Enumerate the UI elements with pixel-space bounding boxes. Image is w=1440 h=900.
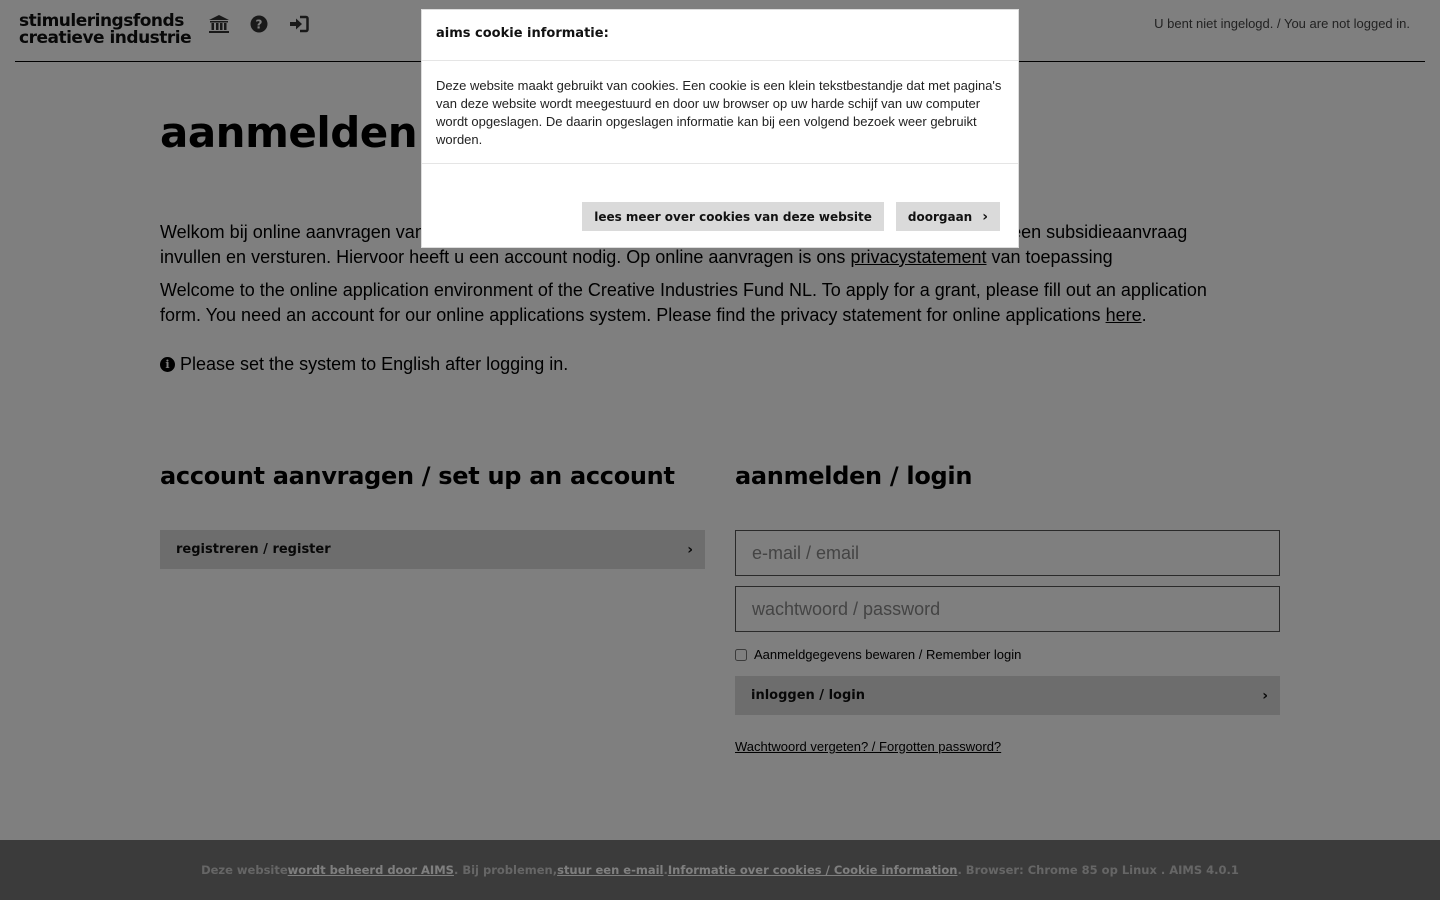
cookie-more-info-button[interactable]: lees meer over cookies van deze website	[582, 202, 884, 231]
cookie-continue-button[interactable]: doorgaan ›	[895, 202, 1000, 231]
cookie-dialog-body: Deze website maakt gebruikt van cookies.…	[422, 61, 1018, 164]
cookie-continue-label: doorgaan	[907, 209, 973, 224]
cookie-more-info-label: lees meer over cookies van deze website	[594, 209, 872, 224]
cookie-dialog: aims cookie informatie: Deze website maa…	[421, 9, 1019, 248]
chevron-right-icon: ›	[982, 208, 988, 225]
cookie-dialog-title: aims cookie informatie:	[422, 10, 1018, 61]
cookie-dialog-actions: lees meer over cookies van deze website …	[582, 202, 1000, 231]
